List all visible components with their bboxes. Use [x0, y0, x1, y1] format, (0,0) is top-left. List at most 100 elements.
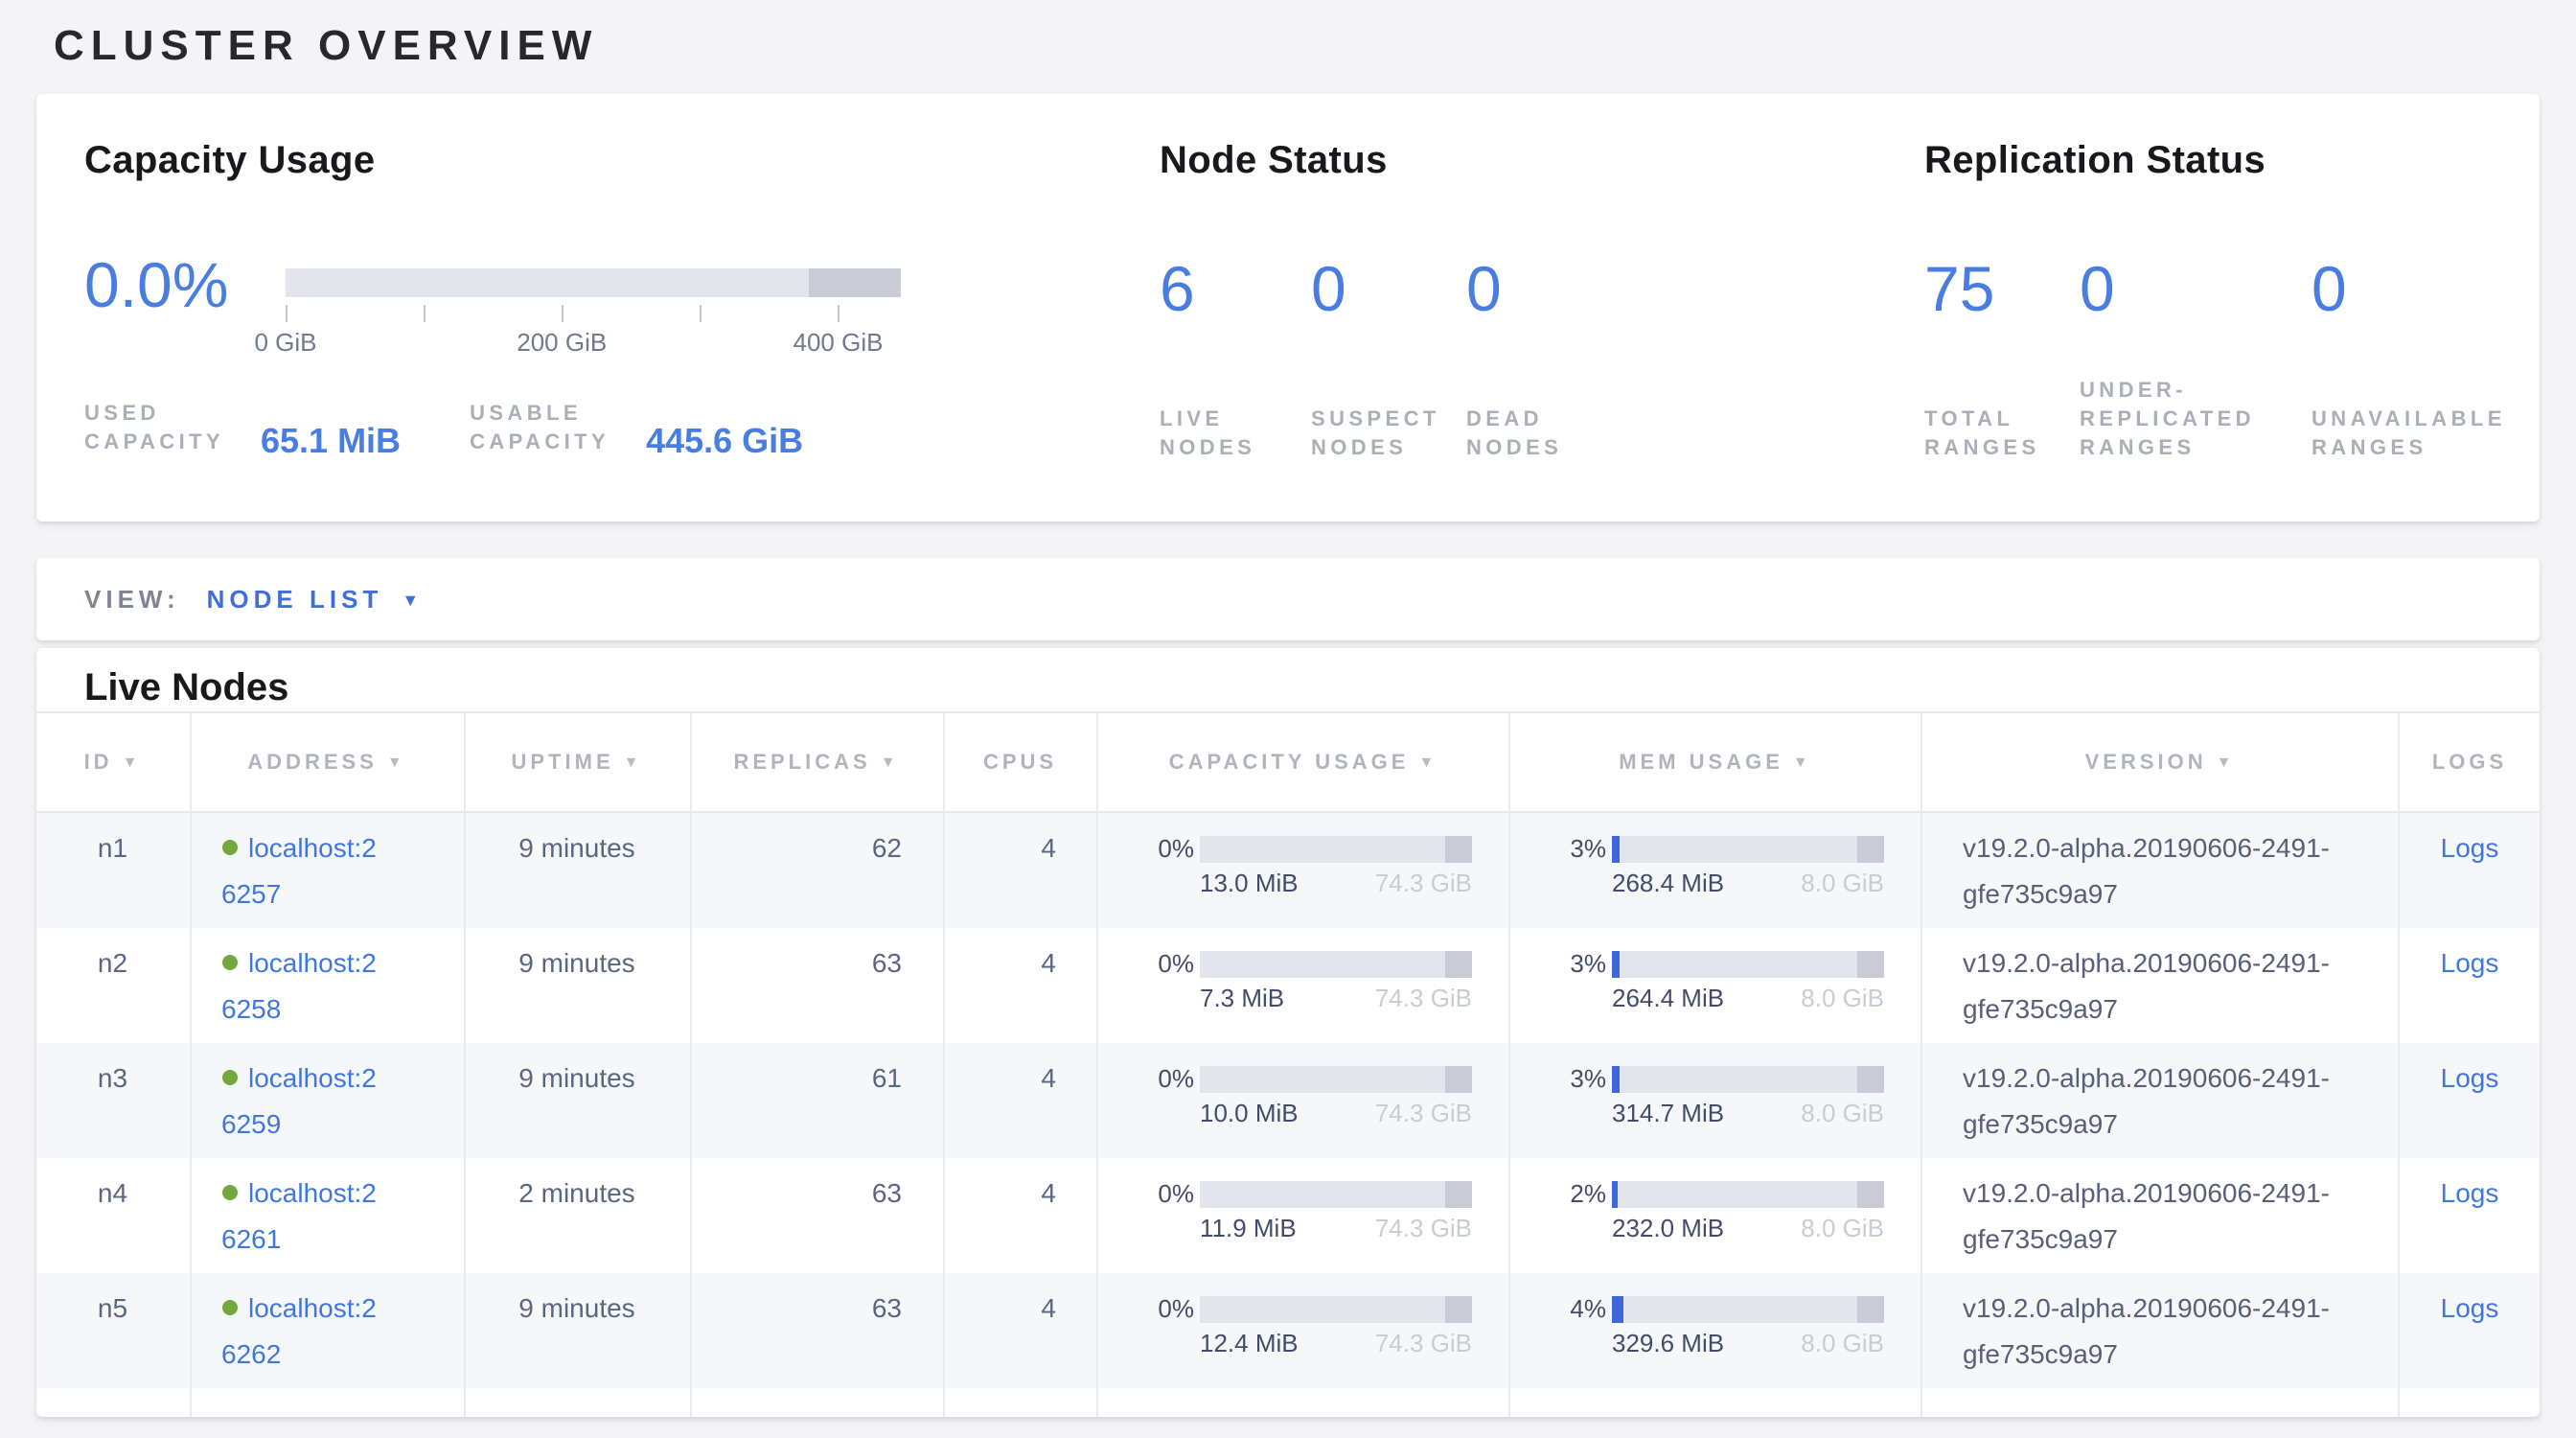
cell-version: v19.2.0-alpha.20190606-2491-gfe735c9a97 [1920, 813, 2398, 928]
capacity-bar-reserved-segment [809, 268, 901, 297]
capacity-percent: 0% [1133, 1181, 1194, 1208]
column-header-id[interactable]: ID▼ [36, 713, 189, 811]
cell-replicas: 63 [689, 1273, 942, 1388]
capacity-axis-tick [424, 305, 426, 322]
capacity-axis-tick [562, 305, 564, 322]
memory-used-value: 314.7 MiB [1612, 1099, 1724, 1129]
column-header-version[interactable]: VERSION▼ [1920, 713, 2398, 811]
capacity-used-value: 13.0 MiB [1200, 869, 1299, 899]
column-header-replicas[interactable]: REPLICAS ▼ [689, 713, 942, 811]
cell-capacity-usage: 0%10.0 MiB74.3 GiB [1096, 1043, 1508, 1158]
cell-capacity-usage: 0%12.4 MiB74.3 GiB [1096, 1273, 1508, 1388]
replication-stat-value: 75 [1924, 255, 2080, 324]
live-nodes-title: Live Nodes [84, 667, 288, 711]
memory-max-value: 8.0 GiB [1801, 869, 1884, 899]
logs-link[interactable]: Logs [2441, 1062, 2499, 1093]
memory-bar-fill [1612, 1181, 1618, 1208]
memory-meter: 3%314.7 MiB8.0 GiB [1510, 1043, 1920, 1129]
capacity-usage-bar: 0 GiB200 GiB400 GiB [286, 268, 901, 297]
cell-mem-usage: 3%314.7 MiB8.0 GiB [1508, 1043, 1920, 1158]
sort-arrow-icon: ▼ [1418, 754, 1438, 771]
replication-stat-label: UNAVAILABLE RANGES [2312, 406, 2538, 464]
cell-address: localhost:26259 [189, 1043, 463, 1158]
cell-mem-usage: 4%329.6 MiB8.0 GiB [1508, 1273, 1920, 1388]
capacity-bar [1200, 1181, 1472, 1208]
cluster-overview-page: CLUSTER OVERVIEW Capacity Usage 0.0% 0 G… [0, 0, 2576, 1438]
capacity-axis-tick [286, 305, 288, 322]
memory-percent: 3% [1545, 836, 1606, 863]
capacity-meter: 0%13.0 MiB 74.3 GiB [1098, 813, 1508, 899]
logs-link[interactable]: Logs [2441, 1292, 2499, 1323]
memory-percent: 3% [1545, 951, 1606, 978]
capacity-stat: USABLE CAPACITY445.6 GiB [470, 401, 803, 458]
capacity-meter: 0%12.4 MiB74.3 GiB [1098, 1273, 1508, 1359]
cell-mem-usage: 3%264.4 MiB8.0 GiB [1508, 928, 1920, 1043]
cell-version: v19.2.0-alpha.20190606-2491-gfe735c9a97 [1920, 928, 2398, 1043]
table-row: n2localhost:262589 minutes6340%7.3 MiB74… [36, 928, 2540, 1043]
node-status-stat-label: DEAD NODES [1466, 406, 1589, 464]
view-selected-value: NODE LIST [207, 585, 383, 614]
capacity-bar-reserved-segment [1445, 836, 1472, 863]
capacity-stat: USED CAPACITY65.1 MiB [84, 401, 401, 458]
address-link[interactable]: localhost:26262 [221, 1292, 377, 1369]
memory-percent: 3% [1545, 1066, 1606, 1093]
column-header-label: CPUS [983, 751, 1057, 774]
table-row-partial [36, 1388, 2540, 1417]
table-row: n3localhost:262599 minutes6140%10.0 MiB7… [36, 1043, 2540, 1158]
capacity-stat-value: 65.1 MiB [261, 426, 401, 458]
column-header-label: REPLICAS [733, 751, 870, 774]
sort-arrow-icon: ▼ [881, 754, 900, 771]
cell-replicas: 63 [689, 1158, 942, 1273]
column-header-logs: LOGS [2398, 713, 2540, 811]
column-header-label: VERSION [2085, 751, 2207, 774]
address-link[interactable]: localhost:26259 [221, 1062, 377, 1139]
cell-node-id: n3 [36, 1043, 189, 1158]
cell-replicas: 63 [689, 928, 942, 1043]
column-header-address[interactable]: ADDRESS▼ [189, 713, 463, 811]
capacity-percent: 0% [1133, 836, 1194, 863]
logs-link[interactable]: Logs [2441, 1177, 2499, 1208]
replication-stat-label: TOTAL RANGES [1924, 406, 2047, 464]
capacity-percent: 0% [1133, 1066, 1194, 1093]
column-header-capacity[interactable]: CAPACITY USAGE▼ [1096, 713, 1508, 811]
sort-arrow-icon: ▼ [624, 754, 643, 771]
capacity-usage-section: Capacity Usage 0.0% 0 GiB200 GiB400 GiB … [84, 140, 1129, 184]
sort-arrow-icon: ▼ [1793, 754, 1812, 771]
cell-capacity-usage: 0%13.0 MiB 74.3 GiB [1096, 813, 1508, 928]
memory-bar-fill [1612, 1296, 1622, 1323]
capacity-axis-tick-label: 200 GiB [517, 328, 607, 357]
memory-bar [1612, 1181, 1884, 1208]
capacity-axis-tick-label: 0 GiB [254, 328, 316, 357]
column-header-uptime[interactable]: UPTIME▼ [463, 713, 689, 811]
memory-percent: 4% [1545, 1296, 1606, 1323]
capacity-axis-tick-label: 400 GiB [794, 328, 884, 357]
column-header-memory[interactable]: MEM USAGE▼ [1508, 713, 1920, 811]
cell-logs: Logs [2398, 1273, 2540, 1388]
cell-node-id: n5 [36, 1273, 189, 1388]
memory-bar [1612, 951, 1884, 978]
view-selector-dropdown[interactable]: NODE LIST ▼ [207, 585, 420, 614]
table-row: n4localhost:262612 minutes6340%11.9 MiB7… [36, 1158, 2540, 1273]
memory-bar-reserved-segment [1857, 1296, 1884, 1323]
cell-replicas: 62 [689, 813, 942, 928]
capacity-bar [1200, 1296, 1472, 1323]
view-bar: VIEW: NODE LIST ▼ [36, 558, 2540, 640]
cell-node-id: n4 [36, 1158, 189, 1273]
address-link[interactable]: localhost:26258 [221, 947, 377, 1024]
cell-address: localhost:26258 [189, 928, 463, 1043]
cell-mem-usage: 3%268.4 MiB8.0 GiB [1508, 813, 1920, 928]
logs-link[interactable]: Logs [2441, 947, 2499, 978]
column-header-label: LOGS [2432, 751, 2507, 774]
memory-bar [1612, 1066, 1884, 1093]
node-live-status-icon [221, 955, 237, 970]
address-link[interactable]: localhost:26261 [221, 1177, 377, 1254]
logs-link[interactable]: Logs [2441, 832, 2499, 863]
capacity-used-percent: 0.0% [84, 251, 228, 320]
cell-logs: Logs [2398, 928, 2540, 1043]
address-link[interactable]: localhost:26257 [221, 832, 377, 909]
capacity-max-value: 74.3 GiB [1375, 869, 1472, 899]
memory-bar-reserved-segment [1857, 836, 1884, 863]
node-live-status-icon [221, 840, 237, 855]
live-nodes-card: Live Nodes ID▼ADDRESS▼UPTIME▼ REPLICAS ▼ CP… [36, 648, 2540, 1417]
capacity-bar-reserved-segment [1445, 951, 1472, 978]
